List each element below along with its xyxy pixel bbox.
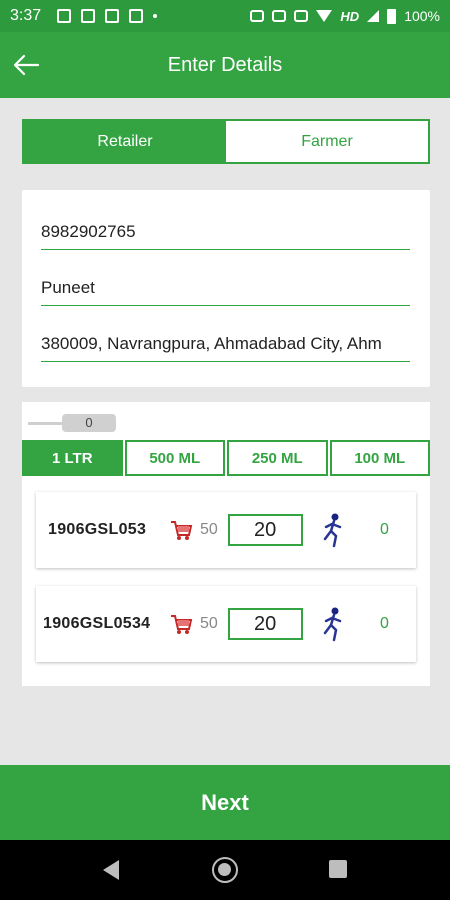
phone-field[interactable]: 8982902765	[41, 210, 410, 250]
facebook-icon	[129, 9, 144, 23]
wifi-icon	[316, 10, 333, 22]
product-card: 0 1 LTR 500 ML 250 ML 100 ML 1906GSL053 …	[22, 402, 430, 686]
network-type: HD	[340, 8, 360, 24]
vibrate-icon	[294, 10, 309, 22]
tab-100-ml[interactable]: 100 ML	[329, 440, 430, 476]
product-code: 1906GSL0534	[43, 615, 151, 632]
runner-icon[interactable]	[318, 512, 346, 548]
product-row: 1906GSL053 50 20 0	[36, 492, 416, 568]
item-count: 0	[380, 615, 389, 632]
item-count: 0	[380, 521, 389, 538]
back-arrow-icon[interactable]	[12, 51, 40, 79]
app-bar: Enter Details	[0, 32, 450, 98]
signal-icon	[367, 10, 380, 22]
name-field[interactable]: Puneet	[41, 266, 410, 306]
app-notification-icon-2	[105, 9, 120, 23]
nav-home-icon[interactable]	[212, 857, 238, 883]
more-notifications-icon	[153, 14, 158, 18]
details-card: 8982902765 Puneet 380009, Navrangpura, A…	[22, 190, 430, 387]
product-code: 1906GSL053	[48, 521, 147, 538]
stock-count: 50	[200, 615, 218, 632]
alarm-icon	[250, 10, 265, 22]
cart-icon[interactable]	[169, 612, 193, 636]
address-field[interactable]: 380009, Navrangpura, Ahmadabad City, Ahm	[41, 322, 410, 362]
battery-icon	[387, 8, 397, 24]
navigation-bar	[0, 840, 450, 900]
nav-back-icon[interactable]	[103, 860, 119, 880]
status-bar: 3:37 HD 100%	[0, 0, 450, 32]
key-icon	[272, 10, 287, 22]
nav-recent-icon[interactable]	[329, 860, 347, 878]
status-time: 3:37	[10, 7, 42, 24]
app-notification-icon	[81, 9, 96, 23]
tab-500-ml[interactable]: 500 ML	[124, 440, 225, 476]
quantity-input[interactable]: 20	[228, 608, 303, 640]
next-button[interactable]: Next	[0, 765, 450, 840]
customer-type-toggle: Retailer Farmer	[22, 119, 430, 164]
stock-count: 50	[200, 521, 218, 538]
quantity-input[interactable]: 20	[228, 514, 303, 546]
cart-icon[interactable]	[169, 518, 193, 542]
tab-250-ml[interactable]: 250 ML	[227, 440, 328, 476]
tab-1-ltr[interactable]: 1 LTR	[22, 440, 123, 476]
runner-icon[interactable]	[318, 606, 346, 642]
product-row: 1906GSL0534 50 20 0	[36, 586, 416, 662]
slider-value[interactable]: 0	[62, 414, 116, 432]
page-title: Enter Details	[167, 53, 283, 76]
size-tabs: 1 LTR 500 ML 250 ML 100 ML	[22, 440, 430, 476]
retailer-tab[interactable]: Retailer	[24, 121, 226, 162]
battery-level: 100%	[404, 8, 440, 24]
farmer-tab[interactable]: Farmer	[226, 121, 428, 162]
image-notification-icon	[57, 9, 72, 23]
